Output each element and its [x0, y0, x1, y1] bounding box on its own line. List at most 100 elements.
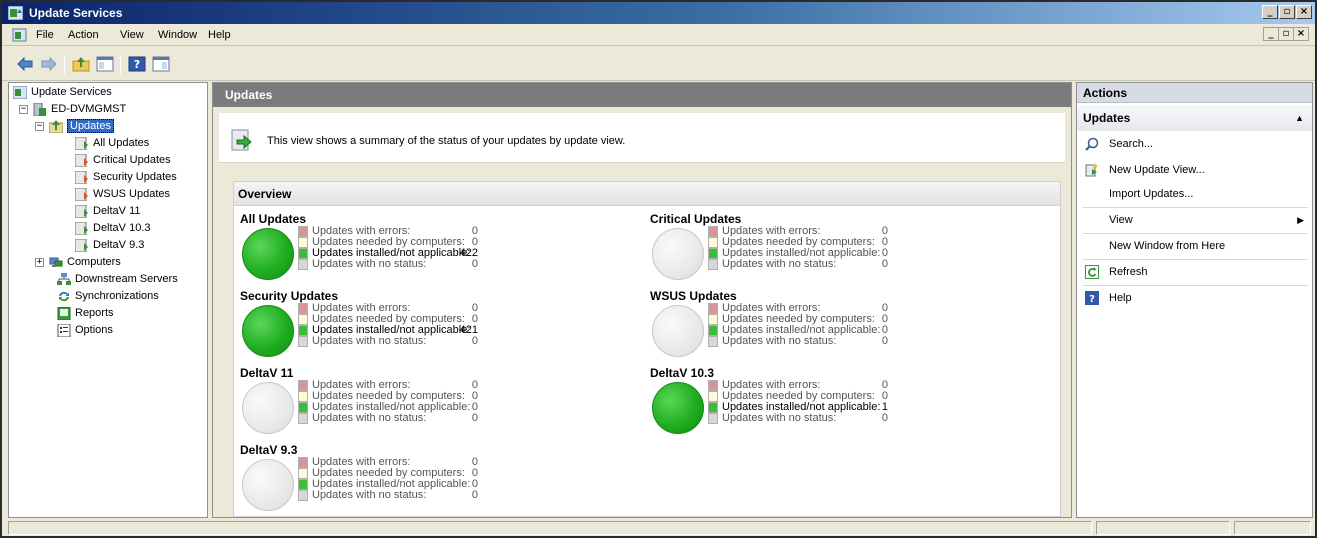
action-import-updates[interactable]: Import Updates... [1077, 183, 1312, 205]
action-new-update-view[interactable]: New Update View... [1077, 159, 1312, 181]
tree-item-update-view[interactable]: All Updates [75, 136, 149, 151]
help-icon[interactable]: ? [128, 56, 146, 72]
status-color-swatch [708, 237, 718, 248]
update-services-icon [8, 6, 23, 20]
status-color-swatch [298, 457, 308, 468]
menu-action[interactable]: Action [68, 29, 99, 41]
forward-arrow-icon[interactable] [40, 56, 58, 72]
tree-label: Update Services [31, 86, 112, 98]
action-search[interactable]: Search... [1077, 133, 1312, 155]
minimize-button[interactable]: _ [1262, 5, 1278, 19]
tree-label: Synchronizations [75, 290, 159, 302]
tree-label: Downstream Servers [75, 273, 178, 285]
status-count[interactable]: 0 [868, 259, 888, 270]
tree-expander-server[interactable]: − [19, 105, 28, 114]
tree-item-update-view[interactable]: Security Updates [75, 170, 177, 185]
tree-item-options[interactable]: Options [57, 323, 113, 338]
tree-item-update-services[interactable]: Update Services [13, 85, 112, 100]
action-help[interactable]: ? Help [1077, 287, 1312, 309]
status-count[interactable]: 0 [458, 259, 478, 270]
toolbar: ? [2, 47, 1315, 81]
status-segment [8, 521, 1092, 535]
action-label: New Update View... [1109, 164, 1205, 176]
status-color-swatch [298, 391, 308, 402]
status-color-swatch [298, 413, 308, 424]
menu-view[interactable]: View [120, 29, 144, 41]
action-refresh[interactable]: Refresh [1077, 261, 1312, 283]
close-button[interactable]: × [1296, 5, 1312, 19]
tree-item-downstream-servers[interactable]: Downstream Servers [57, 272, 178, 287]
show-hide-tree-icon[interactable] [96, 56, 114, 72]
tree-item-update-view[interactable]: DeltaV 11 [75, 204, 141, 219]
summary-title[interactable]: All Updates [240, 212, 306, 226]
update-view-icon [75, 136, 88, 150]
actions-pane: Actions Updates ▲ Search... New Update V… [1076, 82, 1313, 518]
tree-expander-computers[interactable]: + [35, 258, 44, 267]
actions-section-updates[interactable]: Updates ▲ [1077, 105, 1312, 131]
tree-label: ED-DVMGMST [51, 103, 127, 115]
tree-item-synchronizations[interactable]: Synchronizations [57, 289, 159, 304]
update-view-icon [75, 170, 88, 184]
action-view[interactable]: View ▶ [1077, 209, 1312, 231]
tree-label: Security Updates [93, 171, 177, 183]
tree-expander-updates[interactable]: − [35, 122, 44, 131]
update-view-summary: DeltaV 10.3 Updates with errors: 0 Updates … [648, 366, 1048, 442]
actions-separator [1083, 259, 1308, 260]
status-count[interactable]: 0 [458, 490, 478, 501]
overview-panel: Overview All Updates Updates with errors:… [233, 181, 1061, 517]
status-label: Updates with no status: [722, 258, 837, 270]
summary-title[interactable]: DeltaV 9.3 [240, 443, 297, 457]
refresh-icon [1085, 265, 1099, 279]
menu-window[interactable]: Window [158, 29, 197, 41]
action-new-window[interactable]: New Window from Here [1077, 235, 1312, 257]
help-icon: ? [1085, 291, 1099, 305]
status-color-swatch [708, 259, 718, 270]
mdi-restore-button[interactable]: ▫ [1278, 27, 1294, 41]
status-count[interactable]: 0 [868, 413, 888, 424]
collapse-arrow-icon[interactable]: ▲ [1295, 105, 1304, 131]
status-color-swatch [298, 248, 308, 259]
tree-item-server[interactable]: ED-DVMGMST [33, 102, 126, 117]
menu-file[interactable]: File [36, 29, 54, 41]
tree-item-computers[interactable]: Computers [49, 255, 121, 270]
tree-item-reports[interactable]: Reports [57, 306, 114, 321]
tree-item-update-view[interactable]: DeltaV 10.3 [75, 221, 150, 236]
status-count[interactable]: 0 [868, 336, 888, 347]
summary-title[interactable]: WSUS Updates [650, 289, 737, 303]
menu-help[interactable]: Help [208, 29, 231, 41]
options-icon [57, 323, 71, 337]
status-color-swatch [708, 248, 718, 259]
update-view-arrow-icon [231, 129, 252, 151]
status-color-swatch [708, 303, 718, 314]
tree-item-update-view[interactable]: WSUS Updates [75, 187, 170, 202]
tree-item-updates[interactable]: Updates [49, 119, 114, 134]
status-label: Updates with no status: [722, 412, 837, 424]
tree-label: DeltaV 11 [93, 205, 141, 217]
summary-title[interactable]: Critical Updates [650, 212, 741, 226]
status-color-swatch [298, 325, 308, 336]
status-count[interactable]: 0 [458, 413, 478, 424]
up-folder-icon[interactable] [72, 56, 90, 72]
status-color-swatch [298, 314, 308, 325]
show-hide-action-pane-icon[interactable] [152, 56, 170, 72]
status-color-swatch [708, 336, 718, 347]
mdi-minimize-button[interactable]: _ [1263, 27, 1279, 41]
status-count[interactable]: 0 [458, 336, 478, 347]
console-tree: Update Services − ED-DVMGMST − Updates A… [8, 82, 208, 518]
restore-button[interactable]: ▫ [1279, 5, 1295, 19]
toolbar-separator [120, 56, 121, 74]
update-view-icon [75, 221, 88, 235]
status-color-swatch [708, 325, 718, 336]
back-arrow-icon[interactable] [16, 56, 34, 72]
summary-title[interactable]: DeltaV 11 [240, 366, 293, 380]
summary-title[interactable]: DeltaV 10.3 [650, 366, 714, 380]
update-services-icon [13, 85, 27, 99]
tree-item-update-view[interactable]: DeltaV 9.3 [75, 238, 144, 253]
status-label: Updates with no status: [312, 335, 427, 347]
update-view-summary: DeltaV 11 Updates with errors: 0 Updates ne… [238, 366, 638, 442]
update-view-summary: DeltaV 9.3 Updates with errors: 0 Updates n… [238, 443, 638, 519]
summary-title[interactable]: Security Updates [240, 289, 338, 303]
mdi-close-button[interactable]: × [1293, 27, 1309, 41]
tree-item-update-view[interactable]: Critical Updates [75, 153, 171, 168]
document-icon[interactable] [12, 28, 27, 42]
